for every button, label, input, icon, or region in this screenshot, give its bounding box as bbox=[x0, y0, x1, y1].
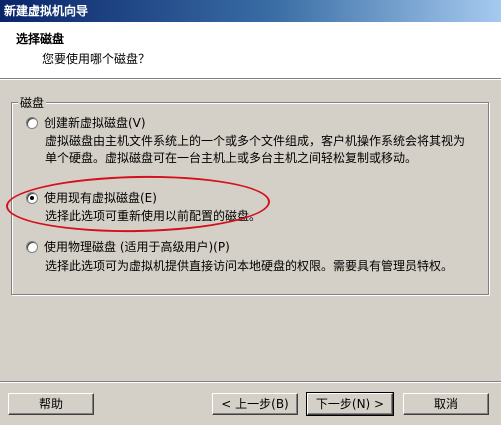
radio-label-use-existing-disk: 使用现有虚拟磁盘(E) bbox=[44, 191, 157, 205]
footer-divider-highlight bbox=[0, 382, 501, 383]
desc-line: 虚拟磁盘由主机文件系统上的一个或多个文件组成，客户机操作系统会将其视为 bbox=[45, 134, 466, 148]
help-button[interactable]: 帮助 bbox=[8, 393, 94, 415]
desc-use-physical-disk: 选择此选项可为虚拟机提供直接访问本地硬盘的权限。需要具有管理员特权。 bbox=[45, 258, 453, 275]
radio-label-use-physical-disk: 使用物理磁盘 (适用于高级用户)(P) bbox=[44, 240, 230, 254]
radio-use-physical-disk[interactable]: 使用物理磁盘 (适用于高级用户)(P) bbox=[26, 238, 230, 255]
radio-circle-selected[interactable] bbox=[26, 191, 38, 204]
desc-use-existing-disk: 选择此选项可重新使用以前配置的磁盘。 bbox=[45, 208, 261, 225]
window-title: 新建虚拟机向导 bbox=[0, 0, 501, 22]
next-button[interactable]: 下一步(N) > bbox=[306, 392, 394, 416]
radio-label-create-new-disk: 创建新虚拟磁盘(V) bbox=[44, 116, 146, 130]
cancel-button[interactable]: 取消 bbox=[403, 393, 489, 415]
page-title: 选择磁盘 bbox=[16, 32, 65, 46]
desc-line: 选择此选项可为虚拟机提供直接访问本地硬盘的权限。需要具有管理员特权。 bbox=[45, 259, 454, 273]
radio-circle[interactable] bbox=[26, 240, 38, 253]
desc-line: 选择此选项可重新使用以前配置的磁盘。 bbox=[45, 209, 262, 223]
back-button[interactable]: < 上一步(B) bbox=[212, 393, 298, 415]
desc-line: 单个硬盘。虚拟磁盘可在一台主机上或多台主机之间轻松复制或移动。 bbox=[45, 151, 418, 165]
desc-create-new-disk: 虚拟磁盘由主机文件系统上的一个或多个文件组成，客户机操作系统会将其视为 单个硬盘… bbox=[45, 133, 465, 167]
wizard-header: 选择磁盘 您要使用哪个磁盘？ bbox=[0, 22, 501, 78]
disk-group-legend: 磁盘 bbox=[18, 94, 47, 111]
radio-create-new-disk[interactable]: 创建新虚拟磁盘(V) bbox=[26, 114, 146, 131]
page-subtitle: 您要使用哪个磁盘？ bbox=[42, 52, 151, 66]
radio-use-existing-disk[interactable]: 使用现有虚拟磁盘(E) bbox=[26, 189, 157, 206]
radio-circle[interactable] bbox=[26, 116, 38, 129]
header-divider-highlight bbox=[0, 79, 501, 80]
